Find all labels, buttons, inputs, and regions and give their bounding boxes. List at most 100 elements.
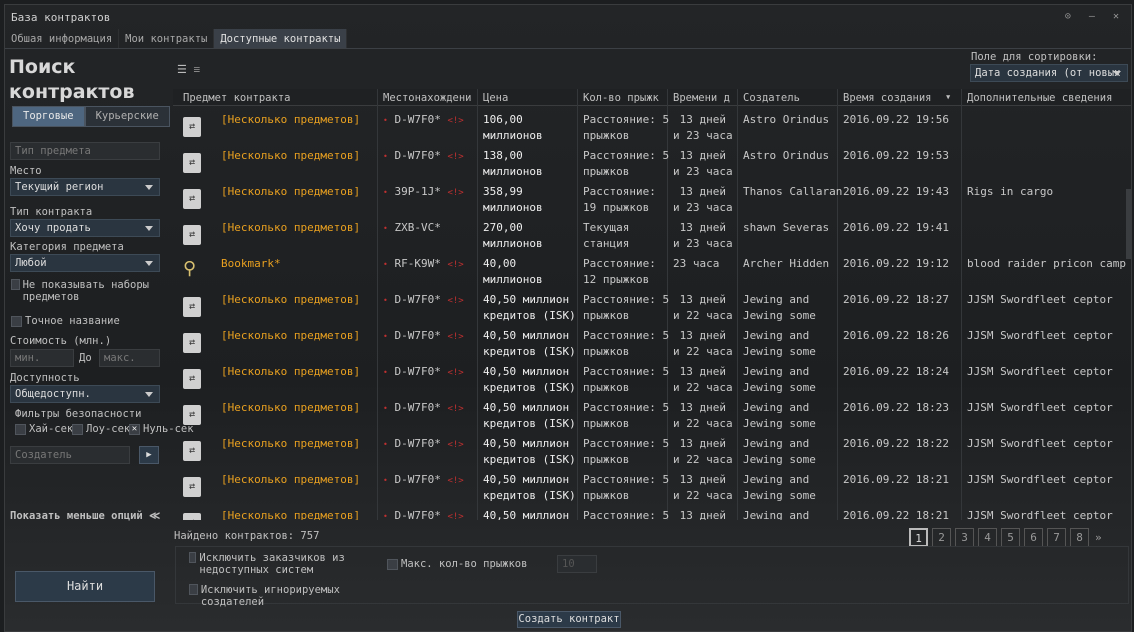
compact-list-icon[interactable]: ≡ [194, 63, 201, 76]
table-row[interactable]: ⇄ [Несколько предметов] • D-W7F0* <!> 106,0… [173, 108, 1127, 144]
location-text[interactable]: D-W7F0* [394, 401, 440, 414]
item-name[interactable]: [Несколько предметов] [221, 509, 360, 520]
page-button[interactable]: 2 [932, 528, 951, 547]
max-jumps-input[interactable]: 10 [557, 555, 597, 573]
location-text[interactable]: 39P-1J* [394, 185, 440, 198]
location-text[interactable]: ZXB-VC* [394, 221, 440, 234]
item-name[interactable]: Bookmark* [221, 257, 281, 270]
item-name[interactable]: [Несколько предметов] [221, 401, 360, 414]
max-jumps-option[interactable]: Макс. кол-во прыжков [387, 558, 527, 570]
category-select[interactable]: Любой [10, 254, 160, 272]
item-name[interactable]: [Несколько предметов] [221, 293, 360, 306]
table-row[interactable]: ⇄ [Несколько предметов] • D-W7F0* <!> 138,0… [173, 144, 1127, 180]
item-type-input[interactable]: Тип предмета [10, 142, 160, 160]
table-row[interactable]: ⇄ [Несколько предметов] • D-W7F0* <!> 40,50… [173, 360, 1127, 396]
location-text[interactable]: D-W7F0* [394, 509, 440, 520]
location-select[interactable]: Текущий регион [10, 178, 160, 196]
table-row[interactable]: ⇄ [Несколько предметов] • D-W7F0* <!> 40,50… [173, 432, 1127, 468]
detailed-list-icon[interactable]: ☰ [177, 63, 187, 76]
scrollbar-thumb[interactable] [1126, 189, 1131, 259]
lowsec-checkbox[interactable] [72, 423, 83, 435]
location-text[interactable]: D-W7F0* [394, 113, 440, 126]
tab-overview[interactable]: Обшая информация [5, 29, 120, 48]
item-name[interactable]: [Несколько предметов] [221, 473, 360, 486]
creator-line[interactable]: Jewing and [743, 472, 816, 488]
nullsec-checkbox[interactable]: ✕ [129, 423, 140, 435]
max-jumps-checkbox[interactable] [387, 558, 398, 570]
item-name[interactable]: [Несколько предметов] [221, 113, 360, 126]
highsec-checkbox[interactable] [15, 423, 26, 435]
creator-line[interactable]: Archer Hidden [743, 256, 829, 272]
location-text[interactable]: D-W7F0* [394, 329, 440, 342]
next-page-icon[interactable]: » [1095, 531, 1102, 544]
column-header[interactable]: Время создания [843, 92, 959, 104]
creator-line[interactable]: Astro Orindus [743, 112, 829, 128]
create-contract-button[interactable]: Создать контракт [517, 611, 621, 628]
exclude-unreachable-checkbox[interactable] [189, 552, 197, 563]
item-name[interactable]: [Несколько предметов] [221, 365, 360, 378]
table-row[interactable]: ⚲ Bookmark* • RF-K9W* <!> 40,00 миллионов Рас… [173, 252, 1127, 288]
table-row[interactable]: ⇄ [Несколько предметов] • D-W7F0* <!> 40,50… [173, 396, 1127, 432]
exact-name-checkbox[interactable] [11, 315, 22, 327]
page-button[interactable]: 4 [978, 528, 997, 547]
creator-line[interactable]: Jewing and [743, 436, 816, 452]
location-text[interactable]: D-W7F0* [394, 293, 440, 306]
location-text[interactable]: D-W7F0* [394, 365, 440, 378]
table-row[interactable]: ⇄ [Несколько предметов] • D-W7F0* <!> 40,50… [173, 288, 1127, 324]
creator-line[interactable]: Astro Orindus [743, 148, 829, 164]
column-header[interactable]: Предмет контракта [183, 92, 375, 104]
table-row[interactable]: ⇄ [Несколько предметов] • ZXB-VC* 270,00 мил… [173, 216, 1127, 252]
window-controls[interactable]: ⊙ – ✕ [1065, 11, 1125, 22]
column-header[interactable]: Местонахождени [383, 92, 475, 104]
page-button[interactable]: 8 [1070, 528, 1089, 547]
page-button[interactable]: 5 [1001, 528, 1020, 547]
courier-button[interactable]: Курьерские [84, 106, 170, 127]
column-header[interactable]: Цена [483, 92, 575, 104]
creator-line[interactable]: Jewing and [743, 400, 816, 416]
location-text[interactable]: D-W7F0* [394, 473, 440, 486]
hide-bundles-checkbox[interactable] [11, 279, 20, 290]
tab-my-contracts[interactable]: Мои контракты [119, 29, 215, 48]
creator-line[interactable]: shawn Severas [743, 220, 829, 236]
exclude-ignored-option[interactable]: Исключить игнорируемых создателей [189, 584, 359, 608]
creator-line[interactable]: Jewing and [743, 328, 816, 344]
item-name[interactable]: [Несколько предметов] [221, 221, 360, 234]
min-price-input[interactable]: мин. [10, 349, 74, 367]
hide-bundles-option[interactable]: Не показывать наборы предметов [11, 279, 161, 303]
column-header[interactable]: Создатель [743, 92, 835, 104]
table-row[interactable]: ⇄ [Несколько предметов] • D-W7F0* <!> 40,50… [173, 504, 1127, 520]
table-row[interactable]: ⇄ [Несколько предметов] • 39P-1J* <!> 358,9… [173, 180, 1127, 216]
contract-type-select[interactable]: Хочу продать [10, 219, 160, 237]
issuer-input[interactable]: Создатель [10, 446, 130, 464]
location-text[interactable]: RF-K9W* [394, 257, 440, 270]
availability-select[interactable]: Общедоступн. [10, 385, 160, 403]
creator-line[interactable]: Jewing and [743, 364, 816, 380]
page-button[interactable]: 6 [1024, 528, 1043, 547]
exact-name-option[interactable]: Точное название [11, 315, 120, 327]
item-name[interactable]: [Несколько предметов] [221, 185, 360, 198]
issuer-go-button[interactable]: ▶ [139, 446, 159, 464]
table-row[interactable]: ⇄ [Несколько предметов] • D-W7F0* <!> 40,50… [173, 468, 1127, 504]
tab-available-contracts[interactable]: Доступные контракты [214, 29, 348, 48]
column-header[interactable]: Дополнительные сведения [967, 92, 1125, 104]
column-header[interactable]: Времени д [673, 92, 735, 104]
page-button[interactable]: 7 [1047, 528, 1066, 547]
exclude-ignored-checkbox[interactable] [189, 584, 198, 595]
max-price-input[interactable]: макс. [99, 349, 160, 367]
fewer-options-link[interactable]: Показать меньше опций ≪ [10, 510, 160, 522]
page-button[interactable]: 3 [955, 528, 974, 547]
lowsec-option[interactable]: Лоу-сек [72, 423, 130, 435]
location-text[interactable]: D-W7F0* [394, 149, 440, 162]
item-name[interactable]: [Несколько предметов] [221, 437, 360, 450]
creator-line[interactable]: Thanos Callaran [743, 184, 842, 200]
creator-line[interactable]: Jewing and [743, 508, 816, 520]
sort-select[interactable]: Дата создания (от новых [970, 64, 1128, 82]
location-text[interactable]: D-W7F0* [394, 437, 440, 450]
trade-button[interactable]: Торговые [12, 106, 85, 127]
page-button[interactable]: 1 [909, 528, 928, 547]
highsec-option[interactable]: Хай-сек [15, 423, 73, 435]
table-row[interactable]: ⇄ [Несколько предметов] • D-W7F0* <!> 40,50… [173, 324, 1127, 360]
creator-line[interactable]: Jewing and [743, 292, 816, 308]
item-name[interactable]: [Несколько предметов] [221, 149, 360, 162]
item-name[interactable]: [Несколько предметов] [221, 329, 360, 342]
